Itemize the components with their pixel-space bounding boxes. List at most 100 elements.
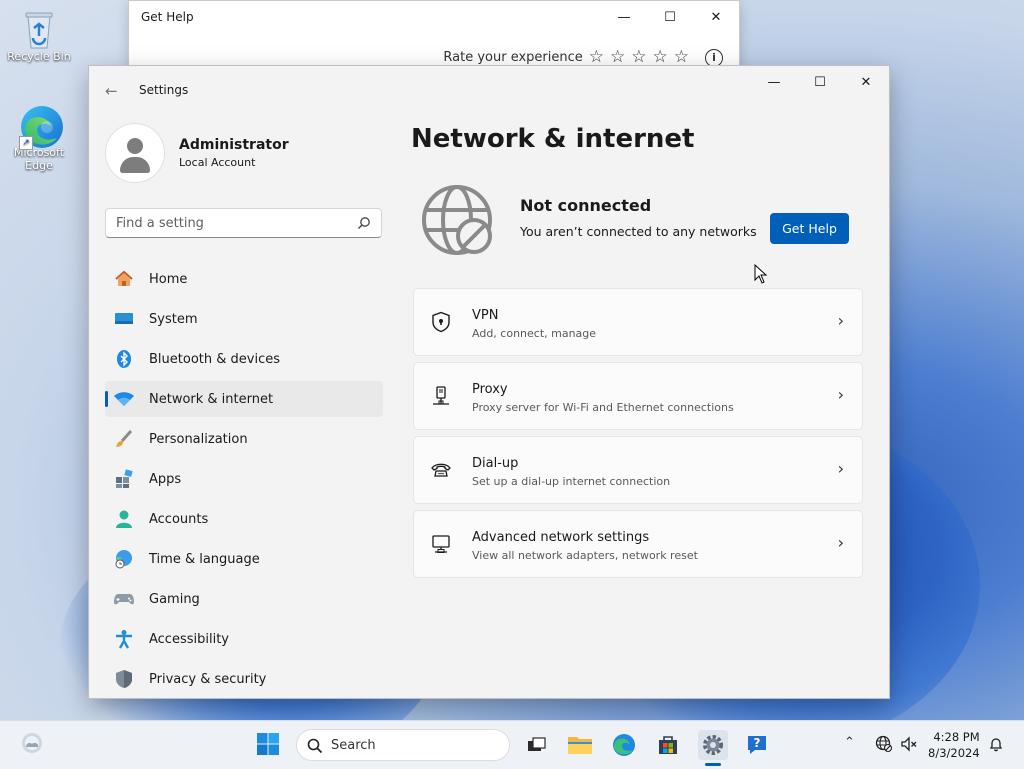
maximize-button[interactable]: ☐ bbox=[647, 1, 693, 33]
nav-item-personalization[interactable]: Personalization bbox=[105, 421, 383, 457]
nav-label: Home bbox=[149, 271, 188, 287]
bluetooth-icon bbox=[113, 348, 135, 370]
desktop-icon-edge[interactable]: ↗ Microsoft Edge bbox=[4, 104, 74, 172]
network-options-list: VPN Add, connect, manage › Proxy Proxy s… bbox=[413, 288, 863, 584]
desktop-icon-label: Recycle Bin bbox=[7, 50, 71, 63]
widgets-weather-icon[interactable] bbox=[20, 731, 44, 755]
nav-item-bluetooth[interactable]: Bluetooth & devices bbox=[105, 341, 383, 377]
card-proxy[interactable]: Proxy Proxy server for Wi-Fi and Etherne… bbox=[413, 362, 863, 430]
start-windows-icon[interactable] bbox=[256, 732, 280, 756]
settings-window[interactable]: ← Settings — ☐ ✕ Administrator Local Acc… bbox=[88, 65, 890, 699]
taskbar-settings[interactable] bbox=[698, 730, 728, 760]
nav-label: Personalization bbox=[149, 431, 248, 447]
chevron-right-icon: › bbox=[837, 311, 844, 330]
dialup-phone-icon bbox=[431, 463, 451, 477]
maximize-button[interactable]: ☐ bbox=[797, 66, 843, 98]
desktop-icon-recycle-bin[interactable]: Recycle Bin bbox=[4, 8, 74, 63]
nav-label: Apps bbox=[149, 471, 182, 487]
advanced-network-icon bbox=[432, 535, 450, 553]
nav-item-accounts[interactable]: Accounts bbox=[105, 501, 383, 537]
gamepad-icon bbox=[113, 588, 135, 610]
star-icon[interactable]: ☆ bbox=[589, 49, 604, 66]
taskbar-search-label: Search bbox=[331, 738, 376, 753]
card-vpn[interactable]: VPN Add, connect, manage › bbox=[413, 288, 863, 356]
star-icon[interactable]: ☆ bbox=[653, 49, 668, 66]
globe-disconnected-icon bbox=[422, 185, 492, 255]
taskbar-search[interactable]: Search bbox=[296, 729, 510, 761]
nav-label: Accounts bbox=[149, 511, 209, 527]
card-title: Proxy bbox=[472, 382, 508, 397]
nav-item-network[interactable]: Network & internet bbox=[105, 381, 383, 417]
card-title: VPN bbox=[472, 308, 499, 323]
gear-icon bbox=[703, 735, 723, 755]
nav-item-accessibility[interactable]: Accessibility bbox=[105, 621, 383, 657]
svg-text:?: ? bbox=[754, 736, 761, 750]
chevron-right-icon: › bbox=[837, 533, 844, 552]
get-help-button[interactable]: Get Help bbox=[770, 213, 849, 244]
nav-item-time-language[interactable]: Time & language bbox=[105, 541, 383, 577]
store-icon bbox=[659, 736, 677, 754]
connection-status-subtitle: You aren’t connected to any networks bbox=[520, 224, 757, 239]
nav-label: Accessibility bbox=[149, 631, 229, 647]
home-icon bbox=[113, 268, 135, 290]
rate-experience: Rate your experience ☆ ☆ ☆ ☆ ☆ bbox=[443, 49, 689, 66]
window-title: Settings bbox=[139, 83, 189, 97]
nav-item-home[interactable]: Home bbox=[105, 261, 383, 297]
taskbar-file-explorer[interactable] bbox=[565, 730, 595, 760]
card-advanced-network[interactable]: Advanced network settings View all netwo… bbox=[413, 510, 863, 578]
tray-overflow-chevron-icon[interactable]: ⌃ bbox=[844, 735, 855, 750]
taskbar: Search ? ⌃ 4:28 PM 8/3/2024 bbox=[0, 720, 1024, 769]
nav-label: System bbox=[149, 311, 198, 327]
rate-label: Rate your experience bbox=[443, 50, 583, 65]
wifi-icon bbox=[113, 388, 135, 410]
taskbar-edge[interactable] bbox=[609, 730, 639, 760]
close-button[interactable]: ✕ bbox=[843, 66, 889, 98]
back-button[interactable]: ← bbox=[105, 82, 118, 100]
card-dial-up[interactable]: Dial-up Set up a dial-up internet connec… bbox=[413, 436, 863, 504]
vpn-shield-icon bbox=[432, 311, 450, 333]
network-globe-icon[interactable] bbox=[875, 735, 893, 753]
get-help-icon: ? bbox=[748, 736, 766, 754]
nav-item-system[interactable]: System bbox=[105, 301, 383, 337]
nav-label: Privacy & security bbox=[149, 671, 267, 687]
volume-muted-icon[interactable] bbox=[900, 735, 918, 753]
page-title: Network & internet bbox=[411, 124, 695, 154]
minimize-button[interactable]: — bbox=[751, 66, 797, 98]
star-icon[interactable]: ☆ bbox=[610, 49, 625, 66]
apps-icon bbox=[113, 468, 135, 490]
brush-icon bbox=[113, 428, 135, 450]
star-icon[interactable]: ☆ bbox=[674, 49, 689, 66]
search-icon[interactable] bbox=[357, 216, 371, 230]
mouse-cursor-icon bbox=[754, 264, 768, 284]
card-subtitle: View all network adapters, network reset bbox=[472, 549, 698, 562]
card-title: Dial-up bbox=[472, 456, 519, 471]
settings-search bbox=[105, 208, 382, 238]
nav-item-privacy-security[interactable]: Privacy & security bbox=[105, 661, 383, 697]
notification-bell-icon[interactable] bbox=[988, 736, 1004, 752]
proxy-icon bbox=[433, 386, 449, 405]
shortcut-arrow-icon: ↗ bbox=[19, 136, 33, 150]
star-icon[interactable]: ☆ bbox=[631, 49, 646, 66]
search-input[interactable] bbox=[106, 209, 346, 237]
user-profile[interactable]: Administrator Local Account bbox=[105, 123, 289, 183]
close-button[interactable]: ✕ bbox=[693, 1, 739, 33]
taskbar-task-view[interactable] bbox=[521, 730, 551, 760]
globe-clock-icon bbox=[113, 548, 135, 570]
settings-nav: Home System Bluetooth & devices Network … bbox=[105, 261, 383, 698]
card-subtitle: Proxy server for Wi-Fi and Ethernet conn… bbox=[472, 401, 734, 414]
minimize-button[interactable]: — bbox=[601, 1, 647, 33]
nav-item-gaming[interactable]: Gaming bbox=[105, 581, 383, 617]
window-controls: — ☐ ✕ bbox=[601, 1, 739, 33]
nav-label: Bluetooth & devices bbox=[149, 351, 280, 367]
chevron-right-icon: › bbox=[837, 385, 844, 404]
system-icon bbox=[113, 308, 135, 330]
profile-name: Administrator bbox=[179, 137, 289, 153]
taskbar-get-help[interactable]: ? bbox=[742, 730, 772, 760]
accounts-icon bbox=[113, 508, 135, 530]
system-clock[interactable]: 4:28 PM 8/3/2024 bbox=[928, 729, 980, 761]
nav-item-apps[interactable]: Apps bbox=[105, 461, 383, 497]
clock-time: 4:28 PM bbox=[933, 730, 980, 744]
nav-label: Gaming bbox=[149, 591, 200, 607]
taskbar-store[interactable] bbox=[653, 730, 683, 760]
shield-icon bbox=[113, 668, 135, 690]
